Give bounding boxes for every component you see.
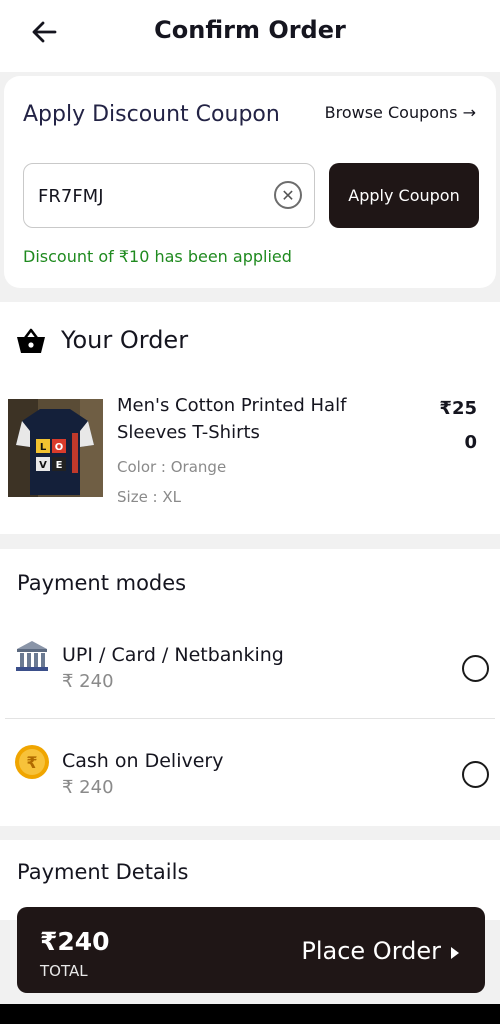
product-color: Color : Orange xyxy=(117,458,227,476)
bank-icon xyxy=(16,641,48,671)
radio-upi[interactable] xyxy=(462,655,489,682)
discount-message: Discount of ₹10 has been applied xyxy=(23,247,292,266)
product-image[interactable]: L O V E xyxy=(8,399,103,497)
payment-option-upi[interactable]: UPI / Card / Netbanking ₹ 240 xyxy=(5,614,495,719)
tshirt-image: L O V E xyxy=(8,399,103,497)
order-section: Your Order L O V E Men's Cotton Printed … xyxy=(0,302,500,534)
payment-modes-title: Payment modes xyxy=(17,571,187,595)
svg-text:V: V xyxy=(39,460,47,471)
browse-coupons-link[interactable]: Browse Coupons → xyxy=(325,103,476,122)
rupee-coin-icon: ₹ xyxy=(15,745,49,779)
payment-option-amount: ₹ 240 xyxy=(62,671,114,692)
basket-icon xyxy=(17,328,45,353)
svg-text:L: L xyxy=(40,442,47,453)
coupon-title: Apply Discount Coupon xyxy=(23,102,280,127)
payment-option-label: Cash on Delivery xyxy=(62,750,224,772)
app-header: Confirm Order xyxy=(0,0,500,72)
svg-text:₹: ₹ xyxy=(26,753,37,772)
close-icon: ✕ xyxy=(281,185,295,205)
total-amount: ₹240 xyxy=(40,927,110,956)
order-title: Your Order xyxy=(61,326,189,354)
payment-details-title: Payment Details xyxy=(17,860,189,884)
page-title: Confirm Order xyxy=(154,16,346,44)
payment-option-cod[interactable]: ₹ Cash on Delivery ₹ 240 xyxy=(5,720,495,825)
payment-option-amount: ₹ 240 xyxy=(62,777,114,798)
place-order-button[interactable]: ₹240 TOTAL Place Order xyxy=(17,907,485,993)
svg-text:O: O xyxy=(55,442,64,453)
product-price: ₹250 xyxy=(439,398,477,453)
system-nav-bar xyxy=(0,1004,500,1024)
radio-cod[interactable] xyxy=(462,761,489,788)
place-order-label: Place Order xyxy=(301,937,441,965)
coupon-input[interactable] xyxy=(38,183,258,209)
product-name[interactable]: Men's Cotton Printed Half Sleeves T-Shir… xyxy=(117,392,417,446)
clear-coupon-button[interactable]: ✕ xyxy=(274,181,302,209)
payment-modes-section: Payment modes UPI / Card / Netbanking ₹ … xyxy=(0,549,500,826)
coupon-field: ✕ xyxy=(23,163,315,228)
payment-option-label: UPI / Card / Netbanking xyxy=(62,644,284,666)
product-size: Size : XL xyxy=(117,488,182,506)
play-arrow-icon xyxy=(451,947,459,959)
coupon-section: Apply Discount Coupon Browse Coupons → ✕… xyxy=(4,76,496,288)
svg-text:E: E xyxy=(56,460,63,471)
total-label: TOTAL xyxy=(40,962,88,980)
apply-coupon-button[interactable]: Apply Coupon xyxy=(329,163,479,228)
